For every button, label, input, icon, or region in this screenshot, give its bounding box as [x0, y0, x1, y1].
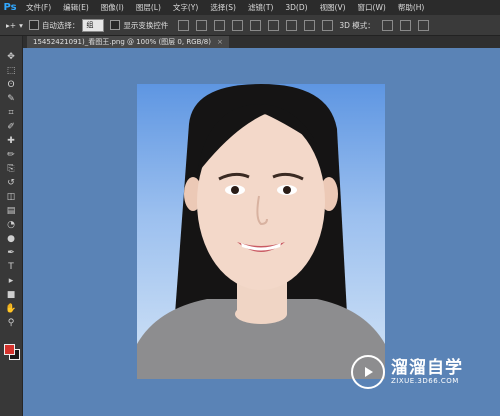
- align-buttons: [174, 19, 334, 31]
- history-brush-tool[interactable]: ↺: [2, 176, 20, 190]
- auto-select-checkbox[interactable]: [28, 20, 39, 30]
- auto-select-option: 自动选择： 组: [28, 18, 105, 32]
- distribute-center-icon[interactable]: [304, 19, 316, 31]
- distribute-top-icon[interactable]: [286, 19, 298, 31]
- eyedropper-tool[interactable]: ✐: [2, 120, 20, 134]
- distribute-bottom-icon[interactable]: [322, 19, 334, 31]
- roll-3d-icon[interactable]: [399, 19, 411, 31]
- mode-3d-option: 3D 模式：: [339, 19, 429, 31]
- menu-3d[interactable]: 3D(D): [279, 3, 313, 12]
- zoom-tool[interactable]: ⚲: [2, 316, 20, 330]
- show-transform-checkbox[interactable]: [110, 20, 121, 30]
- move-tool-icon: ▸+: [6, 20, 17, 30]
- path-select-tool[interactable]: ▸: [2, 274, 20, 288]
- blur-tool[interactable]: ◔: [2, 218, 20, 232]
- lasso-tool[interactable]: ʘ: [2, 78, 20, 92]
- menu-file[interactable]: 文件(F): [20, 2, 57, 13]
- options-bar: ▸+ ▾ 自动选择： 组 显示变换控件 3D 模式：: [0, 15, 500, 36]
- watermark-subtitle: ZIXUE.3D66.COM: [391, 377, 459, 385]
- gradient-tool[interactable]: ▤: [2, 204, 20, 218]
- align-left-icon[interactable]: [232, 19, 244, 31]
- watermark: 溜溜自学 ZIXUE.3D66.COM: [351, 349, 469, 395]
- menu-help[interactable]: 帮助(H): [392, 2, 431, 13]
- portrait-photo: [137, 84, 385, 379]
- dodge-tool[interactable]: ●: [2, 232, 20, 246]
- menu-edit[interactable]: 编辑(E): [57, 2, 95, 13]
- type-tool[interactable]: T: [2, 260, 20, 274]
- menu-image[interactable]: 图像(I): [95, 2, 130, 13]
- menu-type[interactable]: 文字(Y): [167, 2, 204, 13]
- menu-layer[interactable]: 图层(L): [130, 2, 167, 13]
- align-vcenter-icon[interactable]: [196, 19, 208, 31]
- menu-filter[interactable]: 滤镜(T): [242, 2, 279, 13]
- auto-select-label: 自动选择：: [41, 20, 80, 30]
- watermark-title: 溜溜自学: [391, 358, 463, 378]
- align-bottom-icon[interactable]: [214, 19, 226, 31]
- show-transform-option: 显示变换控件: [110, 20, 168, 31]
- mode-3d-label: 3D 模式：: [339, 20, 375, 30]
- document-tab-title: 15452421091)_看图王.png @ 100% (图层 0, RGB/8…: [33, 38, 211, 46]
- crop-tool[interactable]: ⌗: [2, 106, 20, 120]
- menu-view[interactable]: 视图(V): [314, 2, 352, 13]
- pen-tool[interactable]: ✒: [2, 246, 20, 260]
- marquee-tool[interactable]: ⬚: [2, 64, 20, 78]
- move-tool[interactable]: ✥: [2, 50, 20, 64]
- align-right-icon[interactable]: [268, 19, 280, 31]
- align-hcenter-icon[interactable]: [250, 19, 262, 31]
- show-transform-label: 显示变换控件: [123, 20, 169, 30]
- menu-window[interactable]: 窗口(W): [352, 2, 392, 13]
- align-top-icon[interactable]: [178, 19, 190, 31]
- hand-tool[interactable]: ✋: [2, 302, 20, 316]
- rectangle-tool[interactable]: ■: [2, 288, 20, 302]
- quick-select-tool[interactable]: ✎: [2, 92, 20, 106]
- foreground-color-swatch[interactable]: [4, 344, 15, 355]
- menu-bar: Ps 文件(F) 编辑(E) 图像(I) 图层(L) 文字(Y) 选择(S) 滤…: [0, 0, 500, 15]
- document-tab[interactable]: 15452421091)_看图王.png @ 100% (图层 0, RGB/8…: [27, 36, 229, 48]
- move-tool-preset[interactable]: ▸+ ▾: [6, 21, 23, 30]
- close-icon[interactable]: ×: [217, 38, 223, 46]
- play-icon: [351, 355, 385, 389]
- clone-stamp-tool[interactable]: ⎘: [2, 162, 20, 176]
- auto-select-dropdown[interactable]: 组: [82, 18, 105, 32]
- menu-select[interactable]: 选择(S): [204, 2, 242, 13]
- eraser-tool[interactable]: ◫: [2, 190, 20, 204]
- drag-3d-icon[interactable]: [417, 19, 429, 31]
- brush-tool[interactable]: ✏: [2, 148, 20, 162]
- rotate-3d-icon[interactable]: [381, 19, 393, 31]
- spot-heal-tool[interactable]: ✚: [2, 134, 20, 148]
- document-tab-bar: 15452421091)_看图王.png @ 100% (图层 0, RGB/8…: [23, 36, 500, 48]
- photoshop-logo: Ps: [3, 2, 17, 13]
